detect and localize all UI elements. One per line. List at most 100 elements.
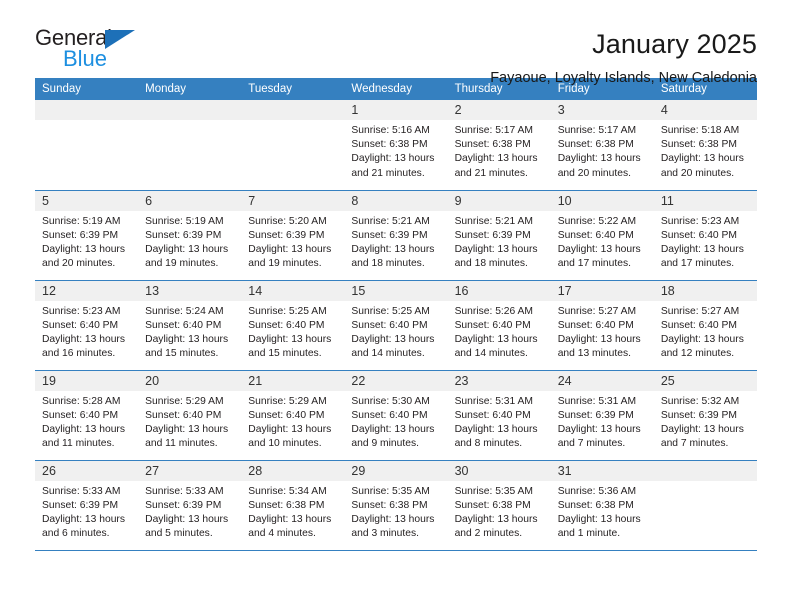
calendar-day-cell[interactable]: 7 Sunrise: 5:20 AM Sunset: 6:39 PM Daylight… bbox=[241, 189, 345, 280]
calendar-week-row: 19 Sunrise: 5:28 AM Sunset: 6:40 PM Dayligh… bbox=[35, 369, 757, 460]
day-number: 18 bbox=[653, 280, 757, 301]
calendar-day-cell[interactable]: 31 Sunrise: 5:36 AM Sunset: 6:38 PM Dayligh… bbox=[550, 459, 654, 551]
calendar-day-cell[interactable]: 16 Sunrise: 5:26 AM Sunset: 6:40 PM Dayligh… bbox=[447, 279, 551, 370]
weekday-header-wednesday: Wednesday bbox=[344, 78, 448, 100]
day-details: Sunrise: 5:28 AM Sunset: 6:40 PM Daylight:… bbox=[35, 391, 138, 452]
day-details: Sunrise: 5:20 AM Sunset: 6:39 PM Daylight:… bbox=[241, 211, 344, 272]
sunset-text: Sunset: 6:38 PM bbox=[660, 139, 737, 151]
calendar-day-cell[interactable]: 6 Sunrise: 5:19 AM Sunset: 6:39 PM Daylight… bbox=[138, 189, 242, 280]
sunrise-text: Sunrise: 5:20 AM bbox=[248, 215, 327, 227]
day-details: Sunrise: 5:33 AM Sunset: 6:39 PM Daylight:… bbox=[35, 481, 138, 542]
sunset-text: Sunset: 6:38 PM bbox=[351, 139, 428, 151]
calendar-day-cell[interactable]: 4 Sunrise: 5:18 AM Sunset: 6:38 PM Daylight… bbox=[653, 100, 757, 190]
calendar-day-cell[interactable]: 26 Sunrise: 5:33 AM Sunset: 6:39 PM Dayligh… bbox=[35, 459, 139, 551]
daylight-text: Daylight: 13 hours and 2 minutes. bbox=[454, 513, 538, 540]
calendar-day-cell[interactable]: 22 Sunrise: 5:30 AM Sunset: 6:40 PM Dayligh… bbox=[344, 369, 448, 460]
sunrise-text: Sunrise: 5:35 AM bbox=[351, 485, 430, 497]
day-details: Sunrise: 5:36 AM Sunset: 6:38 PM Daylight:… bbox=[551, 481, 654, 542]
sunrise-text: Sunrise: 5:27 AM bbox=[557, 305, 637, 317]
calendar-day-cell[interactable]: 11 Sunrise: 5:23 AM Sunset: 6:40 PM Dayligh… bbox=[653, 189, 757, 280]
calendar-table: Sunday Monday Tuesday Wednesday Thursday Frid… bbox=[35, 78, 757, 551]
calendar-day-cell[interactable]: 10 Sunrise: 5:22 AM Sunset: 6:40 PM Dayligh… bbox=[550, 189, 654, 280]
calendar-day-cell[interactable]: 24 Sunrise: 5:31 AM Sunset: 6:39 PM Dayligh… bbox=[550, 369, 654, 460]
calendar-day-cell[interactable]: 12 Sunrise: 5:23 AM Sunset: 6:40 PM Dayligh… bbox=[35, 279, 139, 370]
daylight-text: Daylight: 13 hours and 9 minutes. bbox=[351, 423, 435, 450]
day-number: 24 bbox=[550, 370, 654, 391]
daylight-text: Daylight: 13 hours and 15 minutes. bbox=[248, 333, 332, 360]
sunset-text: Sunset: 6:40 PM bbox=[660, 229, 737, 241]
sunrise-text: Sunrise: 5:30 AM bbox=[351, 395, 430, 407]
weekday-header-tuesday: Tuesday bbox=[241, 78, 345, 100]
weekday-header-sunday: Sunday bbox=[35, 78, 139, 100]
calendar-day-cell[interactable]: 29 Sunrise: 5:35 AM Sunset: 6:38 PM Dayligh… bbox=[344, 459, 448, 551]
calendar-day-cell[interactable]: 13 Sunrise: 5:24 AM Sunset: 6:40 PM Dayligh… bbox=[138, 279, 242, 370]
sunrise-text: Sunrise: 5:34 AM bbox=[248, 485, 327, 497]
calendar-day-cell-empty bbox=[241, 100, 345, 190]
daylight-text: Daylight: 13 hours and 6 minutes. bbox=[42, 513, 125, 540]
calendar-day-cell[interactable]: 1 Sunrise: 5:16 AM Sunset: 6:38 PM Daylight… bbox=[344, 100, 448, 190]
day-details: Sunrise: 5:31 AM Sunset: 6:39 PM Daylight:… bbox=[551, 391, 654, 452]
day-details: Sunrise: 5:29 AM Sunset: 6:40 PM Daylight:… bbox=[241, 391, 344, 452]
day-number: 8 bbox=[344, 190, 448, 211]
day-number: 2 bbox=[447, 100, 551, 120]
day-number: 28 bbox=[241, 460, 345, 481]
calendar-day-cell[interactable]: 25 Sunrise: 5:32 AM Sunset: 6:39 PM Dayligh… bbox=[653, 369, 757, 460]
day-number: 23 bbox=[447, 370, 551, 391]
day-number: 20 bbox=[138, 370, 242, 391]
calendar-body: 1 Sunrise: 5:16 AM Sunset: 6:38 PM Daylight… bbox=[35, 100, 757, 551]
day-number: 10 bbox=[550, 190, 654, 211]
daylight-text: Daylight: 13 hours and 20 minutes. bbox=[660, 153, 744, 179]
calendar-day-cell[interactable]: 8 Sunrise: 5:21 AM Sunset: 6:39 PM Daylight… bbox=[344, 189, 448, 280]
calendar-day-cell[interactable]: 21 Sunrise: 5:29 AM Sunset: 6:40 PM Dayligh… bbox=[241, 369, 345, 460]
sunset-text: Sunset: 6:39 PM bbox=[42, 229, 119, 241]
sunset-text: Sunset: 6:39 PM bbox=[660, 409, 737, 421]
calendar-day-cell[interactable]: 27 Sunrise: 5:33 AM Sunset: 6:39 PM Dayligh… bbox=[138, 459, 242, 551]
calendar-day-cell[interactable]: 9 Sunrise: 5:21 AM Sunset: 6:39 PM Daylight… bbox=[447, 189, 551, 280]
day-details: Sunrise: 5:17 AM Sunset: 6:38 PM Daylight:… bbox=[551, 120, 654, 181]
day-number: 1 bbox=[344, 100, 448, 120]
calendar-day-cell[interactable]: 30 Sunrise: 5:35 AM Sunset: 6:38 PM Dayligh… bbox=[447, 459, 551, 551]
sunset-text: Sunset: 6:39 PM bbox=[145, 229, 222, 241]
sunrise-text: Sunrise: 5:17 AM bbox=[557, 125, 637, 136]
day-details: Sunrise: 5:35 AM Sunset: 6:38 PM Daylight:… bbox=[344, 481, 447, 542]
calendar-day-cell[interactable]: 2 Sunrise: 5:17 AM Sunset: 6:38 PM Daylight… bbox=[447, 100, 551, 190]
calendar-week-row: 1 Sunrise: 5:16 AM Sunset: 6:38 PM Daylight… bbox=[35, 100, 757, 190]
sunrise-text: Sunrise: 5:31 AM bbox=[557, 395, 637, 407]
day-number bbox=[138, 100, 242, 120]
page-title: January 2025 bbox=[592, 29, 757, 59]
sunset-text: Sunset: 6:40 PM bbox=[145, 409, 222, 421]
day-details: Sunrise: 5:18 AM Sunset: 6:38 PM Daylight:… bbox=[654, 120, 757, 181]
calendar-day-cell[interactable]: 20 Sunrise: 5:29 AM Sunset: 6:40 PM Dayligh… bbox=[138, 369, 242, 460]
daylight-text: Daylight: 13 hours and 20 minutes. bbox=[557, 153, 641, 179]
sunrise-text: Sunrise: 5:33 AM bbox=[42, 485, 121, 497]
calendar-day-cell[interactable]: 3 Sunrise: 5:17 AM Sunset: 6:38 PM Daylight… bbox=[550, 100, 654, 190]
sunrise-text: Sunrise: 5:23 AM bbox=[660, 215, 740, 227]
day-number: 15 bbox=[344, 280, 448, 301]
daylight-text: Daylight: 13 hours and 20 minutes. bbox=[42, 243, 125, 270]
calendar-day-cell[interactable]: 18 Sunrise: 5:27 AM Sunset: 6:40 PM Dayligh… bbox=[653, 279, 757, 370]
sunrise-text: Sunrise: 5:36 AM bbox=[557, 485, 637, 497]
sunset-text: Sunset: 6:40 PM bbox=[454, 409, 531, 421]
calendar-page: General Blue January 2025 Fayaoue, Loyal… bbox=[0, 0, 792, 612]
sunrise-text: Sunrise: 5:35 AM bbox=[454, 485, 533, 497]
sunrise-text: Sunrise: 5:26 AM bbox=[454, 305, 533, 317]
calendar-day-cell[interactable]: 15 Sunrise: 5:25 AM Sunset: 6:40 PM Dayligh… bbox=[344, 279, 448, 370]
daylight-text: Daylight: 13 hours and 16 minutes. bbox=[42, 333, 125, 360]
calendar-day-cell[interactable]: 17 Sunrise: 5:27 AM Sunset: 6:40 PM Dayligh… bbox=[550, 279, 654, 370]
sunrise-text: Sunrise: 5:28 AM bbox=[42, 395, 121, 407]
day-details: Sunrise: 5:19 AM Sunset: 6:39 PM Daylight:… bbox=[35, 211, 138, 272]
calendar-day-cell[interactable]: 14 Sunrise: 5:25 AM Sunset: 6:40 PM Dayligh… bbox=[241, 279, 345, 370]
sunrise-text: Sunrise: 5:29 AM bbox=[145, 395, 224, 407]
calendar-day-cell[interactable]: 19 Sunrise: 5:28 AM Sunset: 6:40 PM Dayligh… bbox=[35, 369, 139, 460]
sunset-text: Sunset: 6:39 PM bbox=[557, 409, 634, 421]
daylight-text: Daylight: 13 hours and 18 minutes. bbox=[454, 243, 538, 270]
day-details: Sunrise: 5:30 AM Sunset: 6:40 PM Daylight:… bbox=[344, 391, 447, 452]
day-details: Sunrise: 5:27 AM Sunset: 6:40 PM Daylight:… bbox=[551, 301, 654, 362]
day-details: Sunrise: 5:27 AM Sunset: 6:40 PM Daylight:… bbox=[654, 301, 757, 362]
sunrise-text: Sunrise: 5:17 AM bbox=[454, 125, 533, 136]
calendar-week-row: 12 Sunrise: 5:23 AM Sunset: 6:40 PM Dayligh… bbox=[35, 279, 757, 370]
calendar-day-cell[interactable]: 5 Sunrise: 5:19 AM Sunset: 6:39 PM Daylight… bbox=[35, 189, 139, 280]
calendar-day-cell[interactable]: 28 Sunrise: 5:34 AM Sunset: 6:38 PM Dayligh… bbox=[241, 459, 345, 551]
day-number: 4 bbox=[653, 100, 757, 120]
calendar-day-cell[interactable]: 23 Sunrise: 5:31 AM Sunset: 6:40 PM Dayligh… bbox=[447, 369, 551, 460]
